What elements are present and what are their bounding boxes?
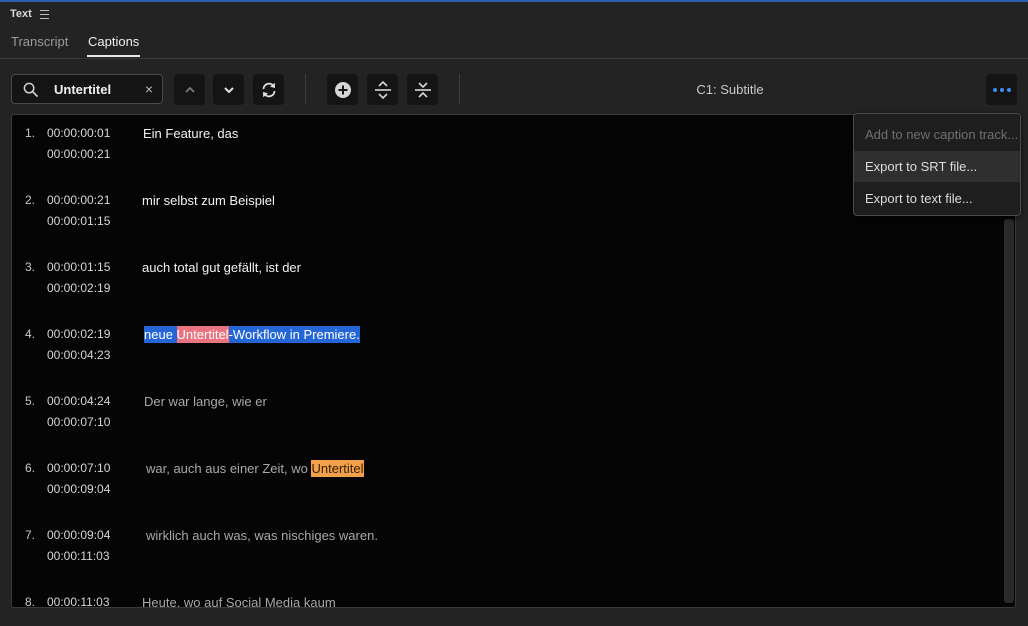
caption-row[interactable]: 7. 00:00:09:04 00:00:11:03 wirklich auch… (12, 517, 1002, 577)
panel-header: Text (10, 6, 49, 22)
toolbar-divider (305, 74, 306, 104)
caption-end-time[interactable]: 00:00:07:10 (47, 415, 110, 429)
caption-text[interactable]: war, auch aus einer Zeit, wo Untertitel (146, 460, 364, 477)
search-match-current: Untertitel (176, 326, 229, 343)
chevron-down-icon (223, 86, 234, 93)
panel-title: Text (10, 8, 32, 20)
caption-end-time[interactable]: 00:00:01:15 (47, 214, 110, 228)
caption-text-selected[interactable]: neue Untertitel-Workflow in Premiere. (144, 326, 360, 343)
caption-row[interactable]: 5. 00:00:04:24 00:00:07:10 Der war lange… (12, 383, 1002, 443)
caption-row[interactable]: 3. 00:00:01:15 00:00:02:19 auch total gu… (12, 249, 1002, 309)
caption-number: 5. (25, 394, 36, 408)
split-icon (374, 80, 391, 99)
tab-transcript[interactable]: Transcript (11, 34, 68, 49)
caption-text[interactable]: wirklich auch was, was nischiges waren. (146, 528, 378, 543)
caption-text[interactable]: auch total gut gefällt, ist der (142, 260, 301, 275)
caption-end-time[interactable]: 00:00:04:23 (47, 348, 110, 362)
caption-start-time[interactable]: 00:00:00:21 (47, 193, 110, 207)
caption-row-selected[interactable]: 4. 00:00:02:19 00:00:04:23 neue Untertit… (12, 316, 1002, 376)
search-value[interactable]: Untertitel (54, 82, 111, 97)
tab-captions[interactable]: Captions (87, 34, 141, 57)
refresh-icon (262, 82, 275, 97)
caption-start-time[interactable]: 00:00:09:04 (47, 528, 110, 542)
captions-toolbar: Untertitel × C1: Subtitle (0, 72, 1028, 108)
tab-bar: Transcript Captions (0, 30, 1028, 59)
search-match: Untertitel (311, 460, 364, 477)
caption-text[interactable]: Heute, wo auf Social Media kaum (142, 595, 336, 607)
caption-track-label: C1: Subtitle (696, 82, 764, 97)
toolbar-divider (459, 74, 460, 104)
previous-match-button[interactable] (174, 74, 205, 105)
caption-number: 6. (25, 461, 36, 475)
close-icon[interactable]: × (145, 81, 153, 97)
panel-menu-icon[interactable] (39, 10, 49, 19)
search-icon (23, 82, 38, 97)
replace-button[interactable] (253, 74, 284, 105)
split-caption-button[interactable] (367, 74, 398, 105)
caption-start-time[interactable]: 00:00:11:03 (47, 595, 110, 607)
add-caption-button[interactable] (327, 74, 358, 105)
caption-text[interactable]: Ein Feature, das (143, 126, 238, 141)
caption-start-time[interactable]: 00:00:04:24 (47, 394, 110, 408)
caption-text[interactable]: mir selbst zum Beispiel (142, 193, 275, 208)
caption-end-time[interactable]: 00:00:11:03 (47, 549, 110, 563)
caption-number: 1. (25, 126, 36, 140)
chevron-up-icon (184, 86, 195, 93)
caption-end-time[interactable]: 00:00:00:21 (47, 147, 110, 161)
caption-start-time[interactable]: 00:00:02:19 (47, 327, 110, 341)
plus-circle-icon (334, 81, 351, 98)
caption-number: 3. (25, 260, 36, 274)
next-match-button[interactable] (213, 74, 244, 105)
active-tab-indicator (87, 55, 141, 57)
caption-end-time[interactable]: 00:00:02:19 (47, 281, 110, 295)
caption-text-part: war, auch aus einer Zeit, wo (146, 461, 312, 476)
more-options-button[interactable] (986, 74, 1017, 105)
caption-number: 4. (25, 327, 36, 341)
caption-row[interactable]: 6. 00:00:07:10 00:00:09:04 war, auch aus… (12, 450, 1002, 510)
selected-text: -Workflow in Premiere. (228, 326, 360, 343)
caption-end-time[interactable]: 00:00:09:04 (47, 482, 110, 496)
merge-icon (414, 81, 431, 98)
caption-start-time[interactable]: 00:00:01:15 (47, 260, 110, 274)
scrollbar[interactable] (1004, 219, 1014, 603)
caption-start-time[interactable]: 00:00:00:01 (47, 126, 110, 140)
search-input[interactable]: Untertitel × (11, 74, 163, 104)
top-accent-line (0, 0, 1028, 2)
more-options-menu: Add to new caption track... Export to SR… (853, 113, 1021, 216)
caption-number: 7. (25, 528, 36, 542)
merge-captions-button[interactable] (407, 74, 438, 105)
caption-row[interactable]: 8. 00:00:11:03 Heute, wo auf Social Medi… (12, 584, 1002, 608)
caption-number: 8. (25, 595, 36, 608)
more-icon (991, 87, 1012, 92)
caption-text[interactable]: Der war lange, wie er (144, 394, 267, 409)
selected-text: neue (144, 326, 177, 343)
tab-captions-label: Captions (88, 34, 140, 49)
caption-start-time[interactable]: 00:00:07:10 (47, 461, 110, 475)
menu-item-export-srt[interactable]: Export to SRT file... (854, 151, 1020, 182)
caption-number: 2. (25, 193, 36, 207)
menu-item-export-text[interactable]: Export to text file... (854, 183, 1020, 214)
menu-item-add-to-new-caption-track: Add to new caption track... (865, 127, 1019, 142)
